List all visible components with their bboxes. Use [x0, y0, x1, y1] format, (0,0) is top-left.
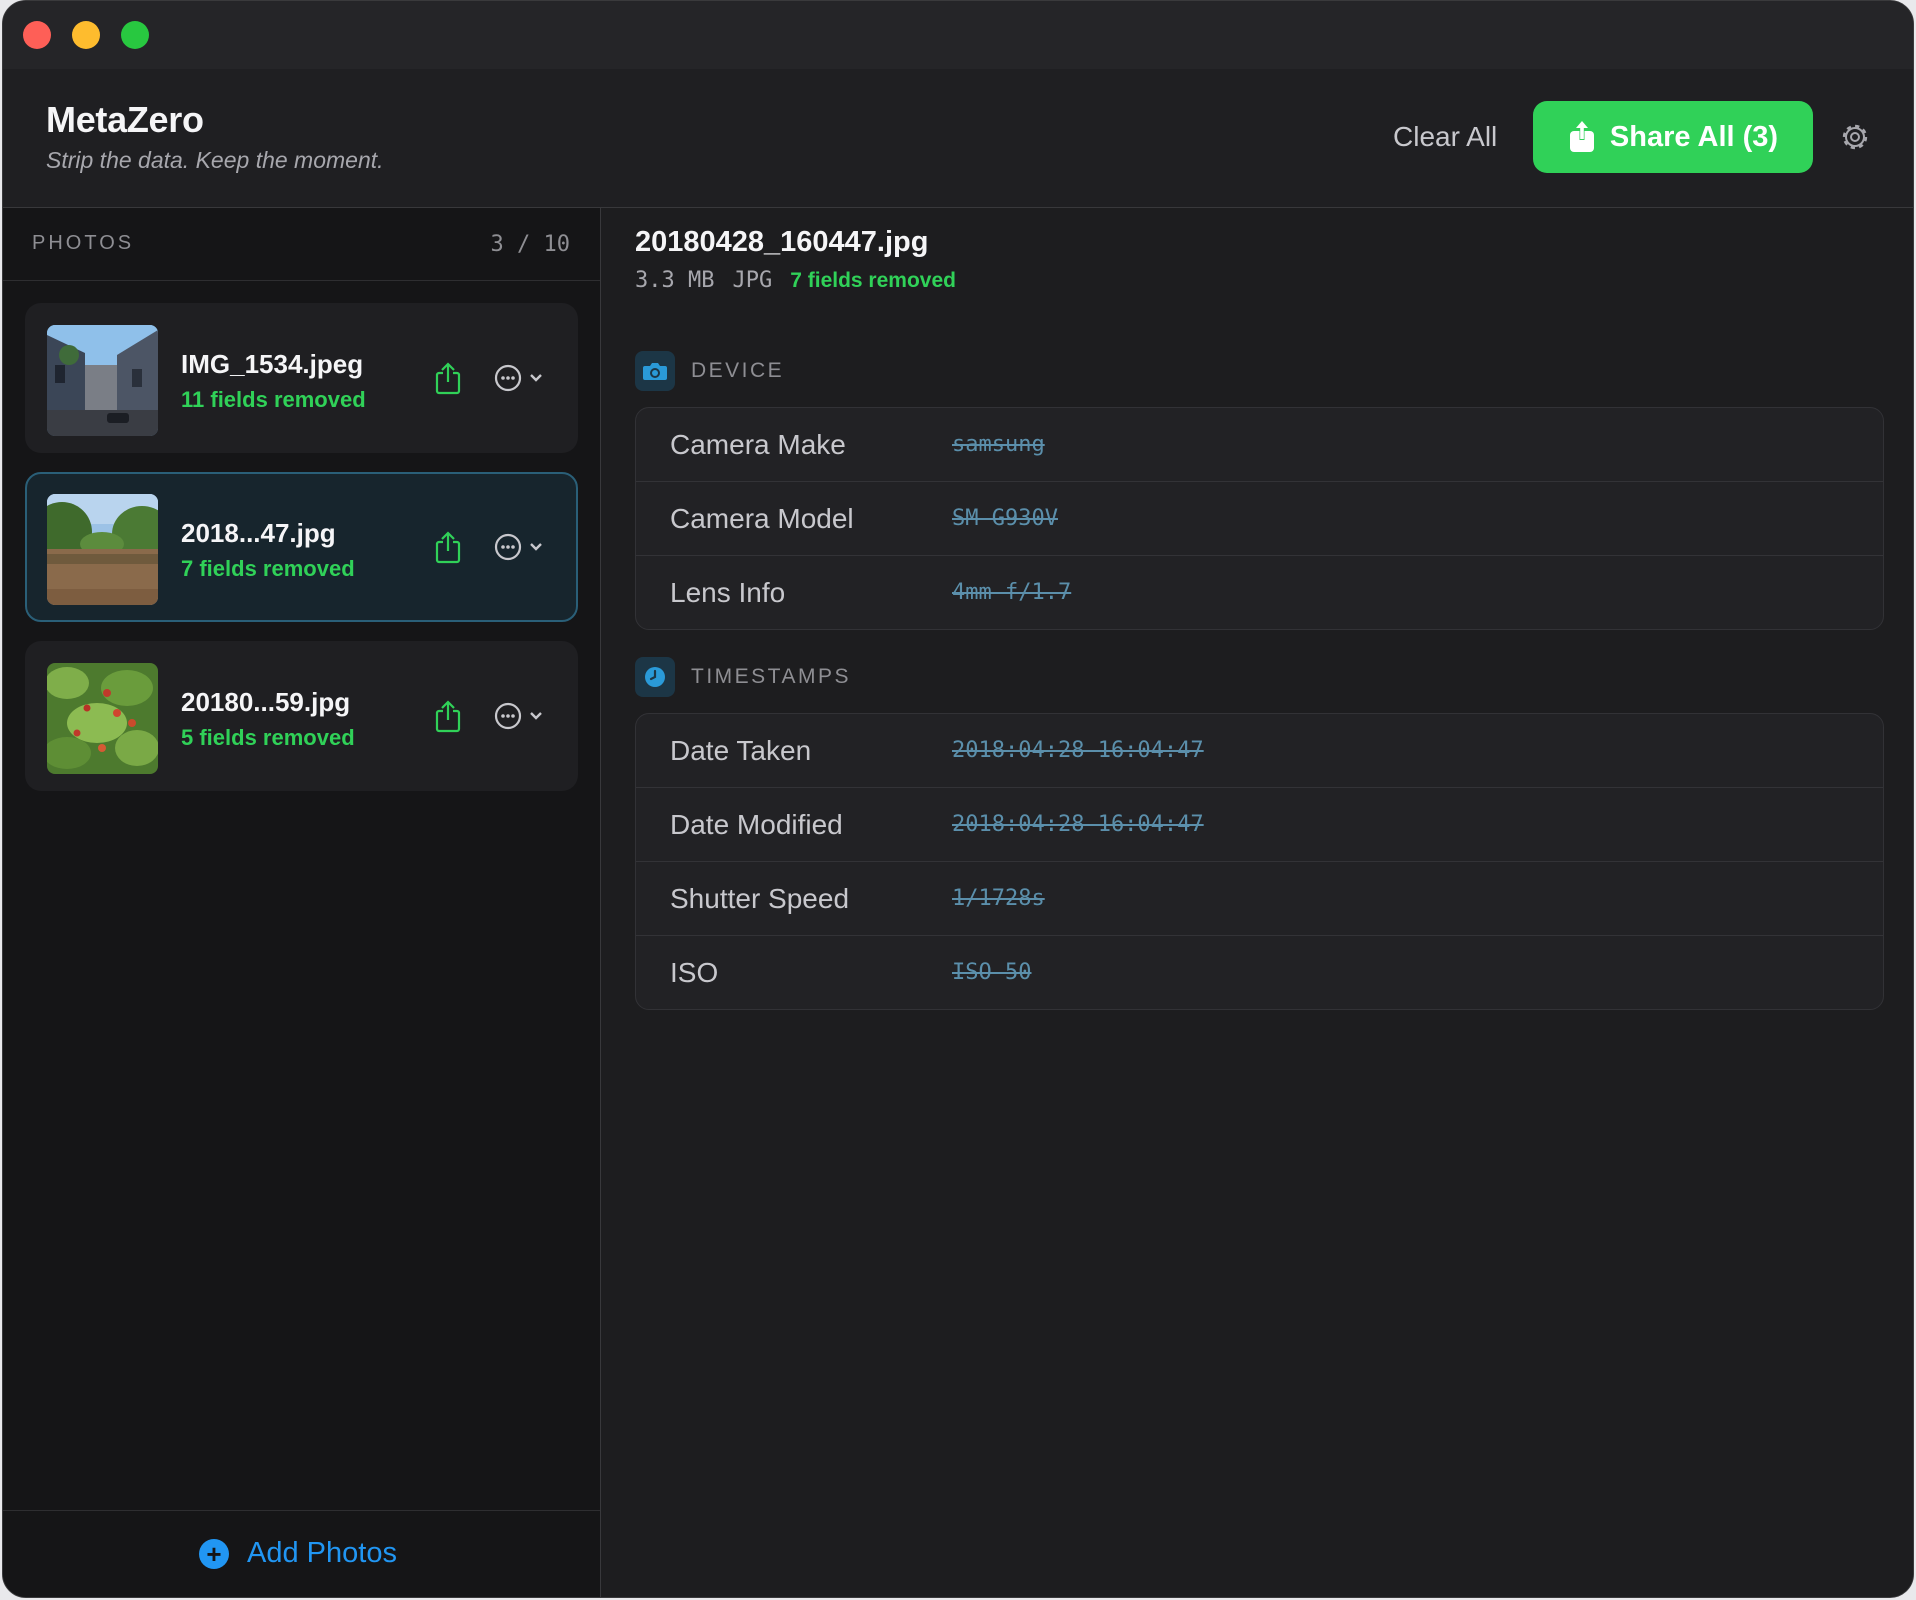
row-value-removed: 1/1728s	[952, 886, 1045, 911]
device-table: Camera Make samsung Camera Model SM-G930…	[635, 407, 1884, 630]
row-value-removed: samsung	[952, 432, 1045, 457]
metadata-row: ISO ISO 50	[636, 936, 1883, 1009]
close-window-button[interactable]	[23, 21, 51, 49]
metadata-row: Date Modified 2018:04:28 16:04:47	[636, 788, 1883, 862]
row-label: Camera Model	[670, 503, 854, 534]
more-options-icon[interactable]	[493, 701, 553, 731]
row-label: Date Taken	[670, 735, 812, 766]
share-all-button[interactable]: Share All (3)	[1533, 101, 1813, 173]
clock-icon	[635, 657, 675, 697]
share-icon[interactable]	[434, 361, 462, 395]
more-options-icon[interactable]	[493, 532, 553, 562]
row-value-removed: 4mm f/1.7	[952, 580, 1072, 605]
photo-card[interactable]: IMG_1534.jpeg 11 fields removed	[25, 303, 578, 453]
detail-panel: 20180428_160447.jpg 3.3 MB JPG 7 fields …	[601, 208, 1913, 1597]
timestamps-section-header: TIMESTAMPS	[635, 657, 851, 697]
photo-card-selected[interactable]: 2018...47.jpg 7 fields removed	[25, 472, 578, 622]
section-title: DEVICE	[691, 359, 785, 382]
photo-count: 3 / 10	[490, 232, 570, 257]
photo-name: IMG_1534.jpeg	[181, 349, 364, 379]
file-size: 3.3 MB	[635, 268, 715, 293]
photo-thumbnail	[47, 494, 158, 605]
sidebar-header: PHOTOS 3 / 10	[3, 208, 600, 281]
device-section-header: DEVICE	[635, 351, 784, 391]
add-photos-bar: + Add Photos	[3, 1510, 600, 1597]
app-window: MetaZero Strip the data. Keep the moment…	[2, 0, 1914, 1598]
row-label: Camera Make	[670, 429, 846, 460]
share-icon[interactable]	[434, 699, 462, 733]
zoom-window-button[interactable]	[121, 21, 149, 49]
share-icon[interactable]	[434, 530, 462, 564]
gear-icon[interactable]	[1837, 119, 1873, 155]
photo-fields-removed: 5 fields removed	[181, 725, 355, 750]
share-icon	[1569, 121, 1594, 152]
sidebar-title: PHOTOS	[32, 232, 135, 254]
photo-name: 20180...59.jpg	[181, 687, 351, 717]
add-photos-label: Add Photos	[247, 1537, 397, 1569]
camera-icon	[635, 351, 675, 391]
row-value-removed: 2018:04:28 16:04:47	[952, 738, 1204, 763]
metadata-row: Date Taken 2018:04:28 16:04:47	[636, 714, 1883, 788]
metadata-row: Lens Info 4mm f/1.7	[636, 556, 1883, 629]
row-value-removed: ISO 50	[952, 960, 1032, 985]
app-subtitle: Strip the data. Keep the moment.	[46, 147, 384, 173]
metadata-row: Camera Model SM-G930V	[636, 482, 1883, 556]
more-options-icon[interactable]	[493, 363, 553, 393]
photo-card[interactable]: 20180...59.jpg 5 fields removed	[25, 641, 578, 791]
add-photos-button[interactable]: + Add Photos	[199, 1537, 397, 1570]
app-header: MetaZero Strip the data. Keep the moment…	[3, 69, 1913, 208]
timestamps-table: Date Taken 2018:04:28 16:04:47 Date Modi…	[635, 713, 1884, 1010]
row-label: Lens Info	[670, 577, 786, 608]
plus-circle-icon: +	[199, 1538, 229, 1569]
photo-fields-removed: 11 fields removed	[181, 387, 366, 412]
detail-fields-removed: 7 fields removed	[790, 269, 956, 292]
row-label: Shutter Speed	[670, 883, 850, 914]
title-bar	[3, 1, 1913, 69]
share-all-label: Share All (3)	[1609, 120, 1779, 153]
detail-file-meta: 3.3 MB JPG 7 fields removed	[635, 268, 956, 293]
photos-sidebar: PHOTOS 3 / 10 IMG_1534.jpeg 11 fields re…	[3, 208, 601, 1597]
detail-file-name: 20180428_160447.jpg	[635, 226, 929, 258]
photo-thumbnail	[47, 325, 158, 436]
row-value-removed: SM-G930V	[952, 506, 1058, 531]
section-title: TIMESTAMPS	[691, 665, 851, 688]
photo-name: 2018...47.jpg	[181, 518, 336, 548]
app-title: MetaZero	[46, 99, 204, 140]
row-value-removed: 2018:04:28 16:04:47	[952, 812, 1204, 837]
photo-thumbnail	[47, 663, 158, 774]
metadata-row: Camera Make samsung	[636, 408, 1883, 482]
file-format: JPG	[732, 268, 773, 293]
metadata-row: Shutter Speed 1/1728s	[636, 862, 1883, 936]
minimize-window-button[interactable]	[72, 21, 100, 49]
row-label: Date Modified	[670, 809, 843, 840]
photo-fields-removed: 7 fields removed	[181, 556, 355, 581]
row-label: ISO	[670, 957, 719, 988]
clear-all-button[interactable]: Clear All	[1393, 121, 1497, 153]
